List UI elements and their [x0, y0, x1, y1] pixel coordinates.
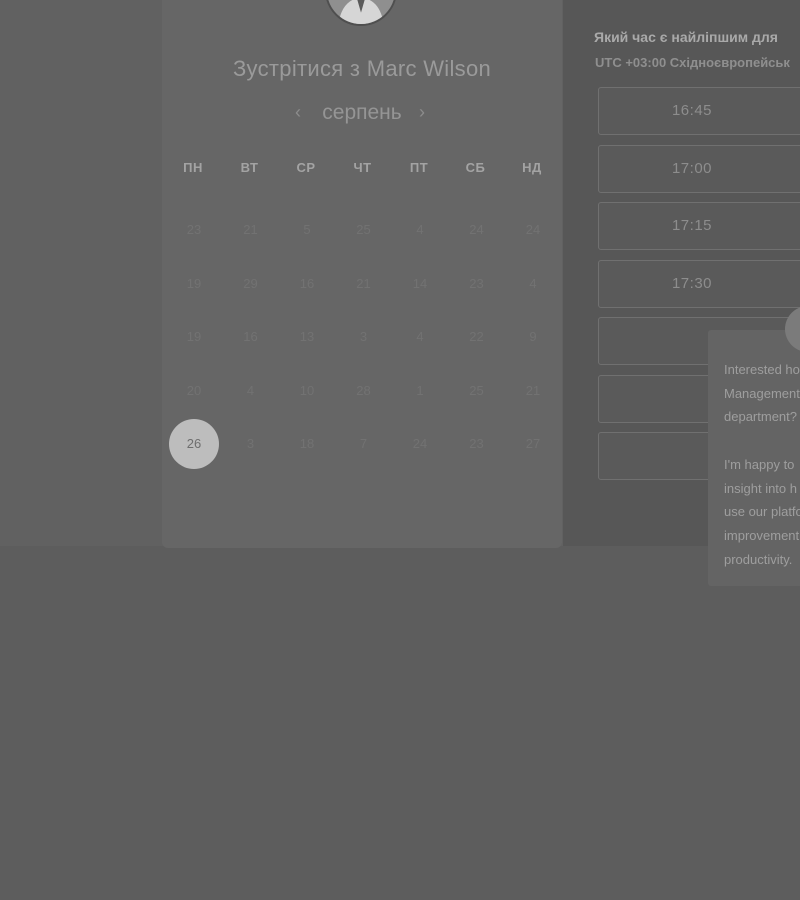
time-slot-label: 16:45 — [671, 102, 713, 119]
calendar-day[interactable]: 22 — [452, 312, 502, 362]
calendar-day[interactable]: 14 — [395, 259, 445, 309]
calendar-day[interactable]: 24 — [452, 205, 502, 255]
calendar-day[interactable]: 1 — [395, 366, 445, 416]
calendar-day[interactable]: 29 — [226, 259, 276, 309]
calendar-day[interactable]: 4 — [395, 312, 445, 362]
weekday-label: ПТ — [409, 160, 429, 175]
weekday-label: ЧТ — [353, 160, 372, 175]
scheduler-card: Зустрітися з Marc Wilson серпень ‹ › ПН В… — [162, 0, 562, 548]
calendar-day[interactable]: 27 — [508, 419, 558, 469]
calendar-day[interactable]: 19 — [169, 259, 219, 309]
calendar-day[interactable]: 10 — [282, 366, 332, 416]
time-slot-button[interactable]: 17:15 — [598, 202, 800, 250]
time-slot-button[interactable]: 17:00 — [598, 144, 800, 193]
calendar-day[interactable]: 25 — [339, 205, 389, 255]
calendar-day[interactable]: 16 — [282, 259, 332, 309]
calendar-day[interactable]: 20 — [169, 366, 219, 416]
calendar-day-selected[interactable]: 26 — [169, 419, 219, 469]
chat-popup[interactable]: Interested how Management department? I'… — [708, 330, 800, 586]
calendar-day[interactable]: 23 — [169, 205, 219, 255]
calendar-day[interactable]: 18 — [282, 419, 332, 469]
weekday-header: ПН ВТ СР ЧТ ПТ СБ НД — [164, 160, 564, 180]
time-panel-title: Який час є найліпшим для — [594, 29, 778, 45]
calendar-day[interactable]: 7 — [339, 419, 389, 469]
calendar-day[interactable]: 21 — [339, 259, 389, 309]
calendar-day[interactable]: 3 — [339, 312, 389, 362]
calendar-day[interactable]: 4 — [395, 205, 445, 255]
chat-message: Interested how Management department? I'… — [724, 362, 800, 567]
modal-overlay — [0, 546, 800, 900]
chevron-right-icon[interactable]: › — [419, 102, 425, 123]
time-slot-button[interactable]: 16:45 — [598, 87, 800, 135]
weekday-label: НД — [522, 160, 542, 175]
calendar-day[interactable]: 23 — [452, 419, 502, 469]
timezone-label[interactable]: UTC +03:00 Східноєвропейськ — [595, 55, 790, 70]
chevron-left-icon[interactable]: ‹ — [295, 102, 301, 123]
time-slot-label: 17:30 — [671, 274, 713, 292]
month-label: серпень — [322, 101, 402, 124]
calendar-day[interactable]: 19 — [169, 312, 219, 362]
calendar-day[interactable]: 16 — [226, 312, 276, 362]
calendar-day[interactable]: 21 — [508, 366, 558, 416]
calendar-day[interactable]: 21 — [226, 205, 276, 255]
calendar-day[interactable]: 24 — [508, 205, 558, 255]
weekday-label: СР — [296, 160, 316, 175]
weekday-label: СБ — [465, 160, 486, 175]
weekday-label: ПН — [183, 160, 203, 175]
time-slot-label: 17:00 — [671, 159, 713, 177]
time-slot-button[interactable]: 17:30 — [598, 259, 800, 308]
calendar-day[interactable]: 4 — [508, 259, 558, 309]
time-slot-label: 17:15 — [671, 217, 713, 234]
page-title: Зустрітися з Marc Wilson — [232, 56, 492, 81]
calendar-day[interactable]: 13 — [282, 312, 332, 362]
month-navigator: серпень ‹ › — [162, 101, 562, 131]
calendar-day[interactable]: 4 — [226, 366, 276, 416]
weekday-label: ВТ — [240, 160, 259, 175]
calendar-day[interactable]: 23 — [452, 259, 502, 309]
calendar-day[interactable]: 3 — [226, 419, 276, 469]
calendar-day[interactable]: 28 — [339, 366, 389, 416]
calendar-day[interactable]: 9 — [508, 312, 558, 362]
calendar-day[interactable]: 24 — [395, 419, 445, 469]
avatar — [325, 0, 397, 26]
calendar-day[interactable]: 5 — [282, 205, 332, 255]
calendar-day[interactable]: 25 — [452, 366, 502, 416]
person-photo-icon — [327, 0, 395, 24]
